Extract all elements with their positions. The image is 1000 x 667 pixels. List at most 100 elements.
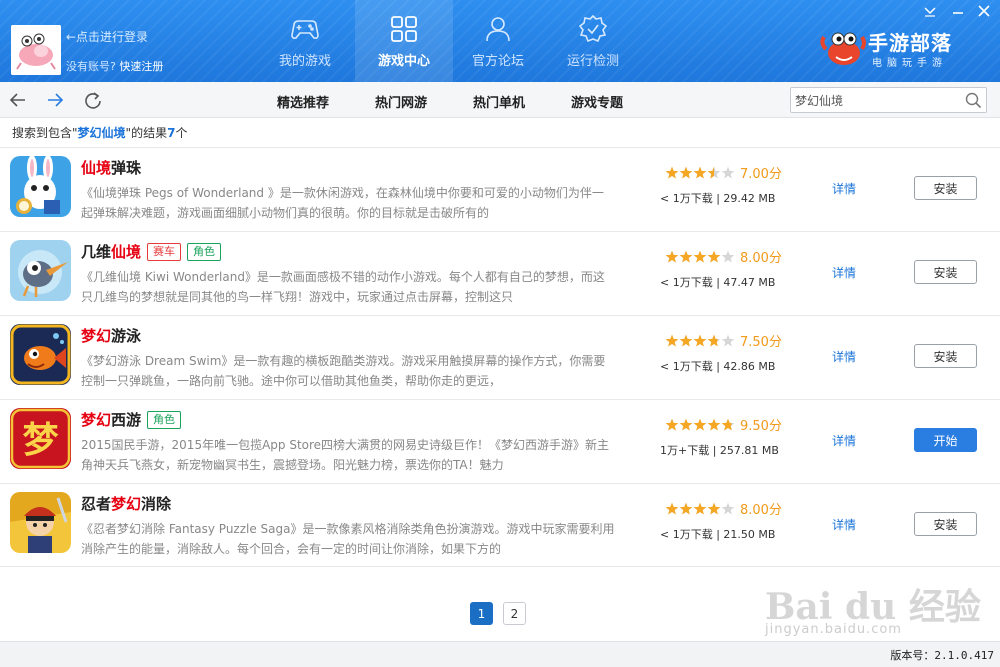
- star-filled-icon: [707, 250, 721, 263]
- grid-icon: [391, 16, 417, 42]
- star-empty-icon: [721, 250, 735, 263]
- download-count: < 1万下载: [660, 528, 713, 541]
- nav-label: 我的游戏: [278, 54, 331, 69]
- detail-link[interactable]: 详情: [832, 348, 856, 365]
- dropdown-arrow-icon[interactable]: [922, 4, 938, 18]
- search-icon[interactable]: [965, 92, 982, 109]
- detail-link[interactable]: 详情: [832, 264, 856, 281]
- install-button[interactable]: 安装: [914, 344, 977, 368]
- game-meta: < 1万下载 | 21.50 MB: [660, 528, 776, 541]
- search-box: [790, 87, 987, 113]
- rating-stars: [665, 502, 735, 515]
- star-filled-icon: [665, 502, 679, 515]
- star-filled-icon: [665, 334, 679, 347]
- page-button-1[interactable]: 1: [470, 602, 493, 625]
- game-title[interactable]: 梦幻西游 角色: [81, 409, 182, 430]
- star-filled-icon: [707, 418, 721, 431]
- search-input[interactable]: [795, 91, 955, 109]
- game-description: 《仙境弹珠 Pegs of Wonderland 》是一款休闲游戏，在森林仙境中…: [81, 186, 604, 220]
- game-description: 《忍者梦幻消除 Fantasy Puzzle Saga》是一款像素风格消除类角色…: [81, 522, 615, 556]
- star-empty-icon: [721, 166, 735, 179]
- install-button[interactable]: 安装: [914, 176, 977, 200]
- game-icon-ninja[interactable]: [10, 492, 71, 553]
- minimize-icon[interactable]: [950, 4, 966, 18]
- login-link[interactable]: ←点击进行登录: [66, 28, 148, 45]
- install-button[interactable]: 安装: [914, 512, 977, 536]
- install-button[interactable]: 安装: [914, 260, 977, 284]
- game-score: 8.00分: [740, 251, 782, 266]
- result-keyword: 梦幻仙境: [77, 126, 126, 140]
- game-description: 《梦幻游泳 Dream Swim》是一款有趣的横板跑酷类游戏。游戏采用触摸屏幕的…: [81, 354, 606, 388]
- nav-label: 官方论坛: [471, 54, 524, 69]
- detail-link[interactable]: 详情: [832, 432, 856, 449]
- game-icon-fish[interactable]: [10, 324, 71, 385]
- star-filled-icon: [679, 166, 693, 179]
- game-icon-dream-westward[interactable]: 梦: [10, 408, 71, 469]
- game-meta: < 1万下载 | 29.42 MB: [660, 192, 776, 205]
- detail-link[interactable]: 详情: [832, 180, 856, 197]
- star-filled-icon: [693, 166, 707, 179]
- gear-check-icon: [578, 14, 608, 43]
- file-size: 47.47 MB: [723, 276, 776, 289]
- page-button-2[interactable]: 2: [503, 602, 526, 625]
- tab-featured[interactable]: 精选推荐: [277, 92, 329, 111]
- toolbar: 精选推荐 热门网游 热门单机 游戏专题: [0, 82, 1000, 118]
- star-filled-icon: [679, 502, 693, 515]
- game-title[interactable]: 几维仙境 赛车 角色: [81, 241, 222, 262]
- game-title[interactable]: 忍者梦幻消除: [81, 493, 171, 514]
- star-filled-icon: [679, 250, 693, 263]
- register-link[interactable]: 快速注册: [119, 60, 163, 73]
- star-filled-icon: [665, 418, 679, 431]
- nav-game-center[interactable]: 游戏中心: [355, 0, 453, 82]
- nav-my-games[interactable]: 我的游戏: [256, 0, 354, 82]
- rating-stars: [665, 418, 735, 431]
- rating-stars: [665, 334, 735, 347]
- file-size: 42.86 MB: [723, 360, 776, 373]
- watermark-url: jingyan.baidu.com: [765, 622, 902, 637]
- no-account-label: 没有账号?: [66, 60, 116, 73]
- refresh-icon[interactable]: [82, 89, 104, 111]
- genre-tag: 赛车: [147, 243, 182, 261]
- nav-forum[interactable]: 官方论坛: [449, 0, 547, 82]
- brand-name: 手游部落: [868, 31, 952, 55]
- game-row: 梦 梦幻西游 角色 2015国民手游，2015年唯一包揽App Store四榜大满…: [0, 399, 1000, 483]
- game-icon-kiwi[interactable]: [10, 240, 71, 301]
- register-prompt: 没有账号? 快速注册: [66, 58, 163, 74]
- star-filled-icon: [665, 166, 679, 179]
- watermark: Bai du 经验 jingyan.baidu.com: [765, 578, 981, 638]
- game-score: 8.00分: [740, 503, 782, 518]
- game-score: 7.50分: [740, 335, 782, 350]
- user-avatar[interactable]: [11, 25, 61, 75]
- game-description: 2015国民手游，2015年唯一包揽App Store四榜大满贯的网易史诗级巨作…: [81, 438, 610, 472]
- game-title[interactable]: 仙境弹珠: [81, 157, 141, 178]
- tab-hot-single[interactable]: 热门单机: [473, 92, 525, 111]
- rating-stars: [665, 250, 735, 263]
- game-score: 9.50分: [740, 419, 782, 434]
- download-count: < 1万下载: [660, 192, 713, 205]
- star-filled-icon: [707, 502, 721, 515]
- game-row: 梦幻游泳 《梦幻游泳 Dream Swim》是一款有趣的横板跑酷类游戏。游戏采用…: [0, 315, 1000, 399]
- title-highlight: 梦幻: [81, 327, 112, 345]
- genre-tag: 角色: [187, 243, 222, 261]
- gamepad-icon: [291, 20, 319, 39]
- game-score: 7.00分: [740, 167, 782, 182]
- start-button[interactable]: 开始: [914, 428, 977, 452]
- download-count: < 1万下载: [660, 276, 713, 289]
- game-row: 仙境弹珠 《仙境弹珠 Pegs of Wonderland 》是一款休闲游戏，在…: [0, 147, 1000, 231]
- close-icon[interactable]: [976, 4, 992, 18]
- star-filled-icon: [693, 334, 707, 347]
- forward-arrow-icon[interactable]: [44, 89, 66, 111]
- tab-hot-online[interactable]: 热门网游: [375, 92, 427, 111]
- title-part: 弹珠: [111, 159, 142, 177]
- game-title[interactable]: 梦幻游泳: [81, 325, 141, 346]
- back-arrow-icon[interactable]: [7, 89, 29, 111]
- star-filled-icon: [693, 418, 707, 431]
- title-part: 忍者: [81, 495, 112, 513]
- tab-topics[interactable]: 游戏专题: [571, 92, 623, 111]
- star-filled-icon: [679, 418, 693, 431]
- detail-link[interactable]: 详情: [832, 516, 856, 533]
- game-description: 《几维仙境 Kiwi Wonderland》是一款画面感极不错的动作小游戏。每个…: [81, 270, 605, 304]
- nav-run-check[interactable]: 运行检测: [544, 0, 642, 82]
- game-icon-rabbit[interactable]: [10, 156, 71, 217]
- status-bar: 版本号：2.1.0.417: [0, 641, 1000, 667]
